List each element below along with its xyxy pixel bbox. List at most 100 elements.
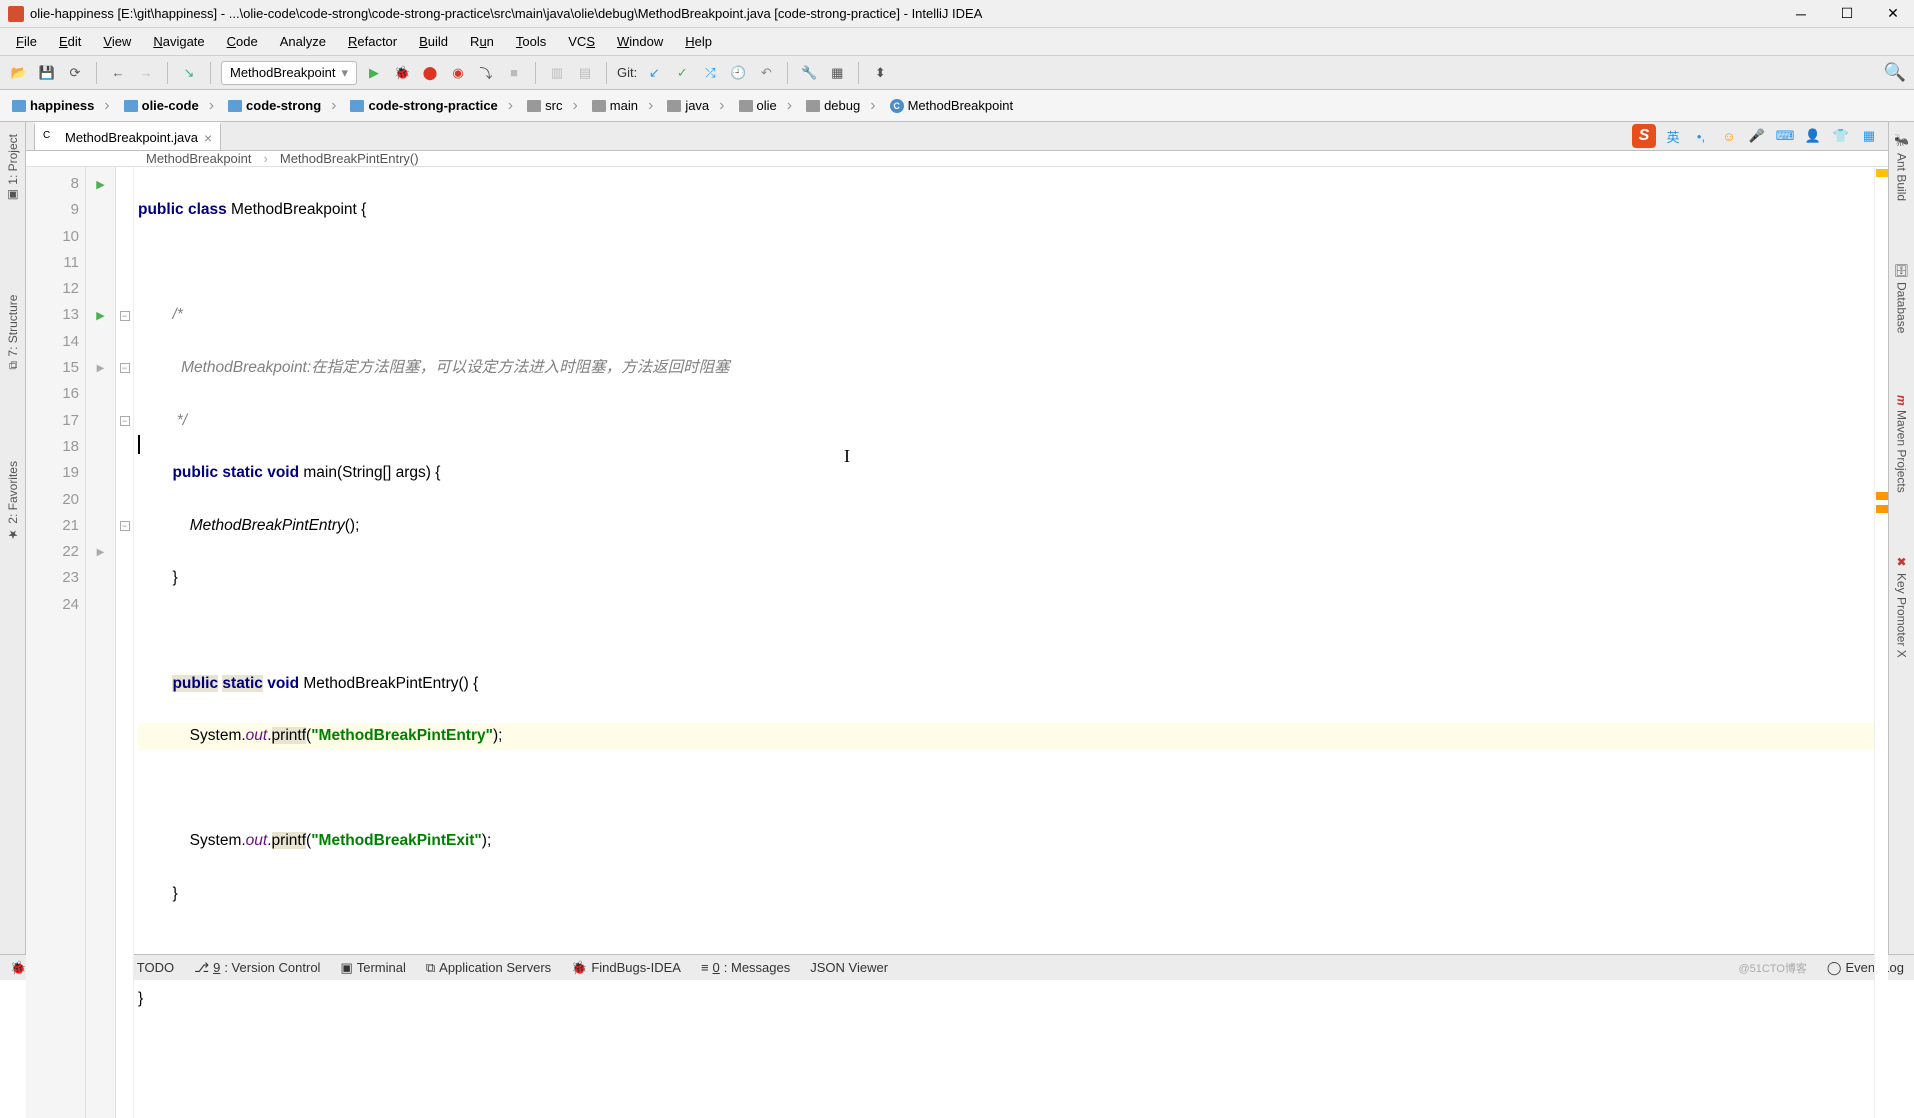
ime-toolbox-icon[interactable]: ▦ <box>1858 125 1880 147</box>
menu-analyze[interactable]: Analyze <box>270 32 336 51</box>
menu-window[interactable]: Window <box>607 32 673 51</box>
build-icon[interactable]: ↘ <box>178 62 200 84</box>
menu-edit[interactable]: Edit <box>49 32 91 51</box>
run-config-selector[interactable]: MethodBreakpoint ▾ <box>221 61 357 85</box>
menu-vcs[interactable]: VCS <box>558 32 605 51</box>
line-number-gutter[interactable]: 89101112131415161718192021222324 <box>26 167 86 1118</box>
coverage-icon[interactable]: ⬤ <box>419 62 441 84</box>
chevron-right-icon: › <box>264 151 268 166</box>
nav-item-main[interactable]: main <box>586 93 662 119</box>
layout2-icon[interactable]: ▤ <box>574 62 596 84</box>
breadcrumb-method[interactable]: MethodBreakPintEntry() <box>280 151 419 166</box>
back-icon[interactable]: ← <box>107 62 129 84</box>
icon-gutter[interactable]: ▶ ▶ ▶ ▶ <box>86 167 116 1118</box>
menu-navigate[interactable]: Navigate <box>143 32 214 51</box>
git-compare-icon[interactable]: ⤮ <box>699 62 721 84</box>
sogou-icon[interactable]: S <box>1632 124 1656 148</box>
ime-keyboard-icon[interactable]: ⌨ <box>1774 125 1796 147</box>
git-label: Git: <box>617 65 637 80</box>
ime-user-icon[interactable]: 👤 <box>1802 125 1824 147</box>
fold-gutter[interactable]: − − − − <box>116 167 134 1118</box>
nav-item-java[interactable]: java <box>661 93 732 119</box>
ime-lang-icon[interactable]: 英 <box>1662 125 1684 147</box>
right-tool-stripe: 🐜 Ant Build 🗄 Database m Maven Projects … <box>1888 122 1914 954</box>
highlight-mark[interactable] <box>1876 505 1888 513</box>
collapse-arrow-icon[interactable]: ▶ <box>97 547 105 558</box>
debug-icon[interactable]: 🐞 <box>391 62 413 84</box>
code-area: 89101112131415161718192021222324 ▶ ▶ ▶ ▶… <box>26 167 1888 1118</box>
fold-toggle-icon[interactable]: − <box>120 311 130 321</box>
sync-icon[interactable]: ⬍ <box>869 62 891 84</box>
git-update-icon[interactable]: ↙ <box>643 62 665 84</box>
tab-structure[interactable]: ⧉ 7: Structure <box>4 289 22 376</box>
menu-file[interactable]: File <box>6 32 47 51</box>
collapse-arrow-icon[interactable]: ▶ <box>97 363 105 374</box>
save-icon[interactable]: 💾 <box>36 62 58 84</box>
code-editor[interactable]: public class MethodBreakpoint { /* Metho… <box>134 167 1874 1118</box>
run-gutter-icon[interactable]: ▶ <box>96 309 104 322</box>
ime-voice-icon[interactable]: 🎤 <box>1746 125 1768 147</box>
menu-refactor[interactable]: Refactor <box>338 32 407 51</box>
menu-tools[interactable]: Tools <box>506 32 556 51</box>
git-revert-icon[interactable]: ↶ <box>755 62 777 84</box>
menu-code[interactable]: Code <box>217 32 268 51</box>
app-icon <box>8 6 24 22</box>
folder-icon <box>12 100 26 112</box>
close-button[interactable]: ✕ <box>1880 4 1906 24</box>
layout-icon[interactable]: ▥ <box>546 62 568 84</box>
git-commit-icon[interactable]: ✓ <box>671 62 693 84</box>
folder-icon <box>806 100 820 112</box>
menu-view[interactable]: View <box>93 32 141 51</box>
highlight-mark[interactable] <box>1876 492 1888 500</box>
editor-tabs: C MethodBreakpoint.java × S 英 •, ☺ 🎤 ⌨ 👤… <box>26 122 1888 151</box>
search-everywhere-icon[interactable]: 🔍 <box>1884 62 1906 84</box>
breadcrumb-class[interactable]: MethodBreakpoint <box>146 151 252 166</box>
project-structure-icon[interactable]: ▦ <box>826 62 848 84</box>
git-history-icon[interactable]: 🕘 <box>727 62 749 84</box>
tab-key-promoter[interactable]: ✖ Key Promoter X <box>1893 549 1911 664</box>
fold-toggle-icon[interactable]: − <box>120 363 130 373</box>
nav-item-practice[interactable]: code-strong-practice <box>344 93 521 119</box>
window-controls: ─ ☐ ✕ <box>1788 4 1906 24</box>
tab-favorites[interactable]: ★ 2: Favorites <box>4 455 22 548</box>
attach-icon[interactable]: ⤵ <box>475 62 497 84</box>
warning-mark[interactable] <box>1876 169 1888 177</box>
fold-toggle-icon[interactable]: − <box>120 416 130 426</box>
nav-item-olie-code[interactable]: olie-code <box>118 93 222 119</box>
file-tab-active[interactable]: C MethodBreakpoint.java × <box>34 122 221 150</box>
main-area: ▣ 1: Project ⧉ 7: Structure ★ 2: Favorit… <box>0 122 1914 954</box>
open-icon[interactable]: 📂 <box>8 62 30 84</box>
separator <box>535 62 536 84</box>
error-stripe[interactable] <box>1874 167 1888 1118</box>
ime-punct-icon[interactable]: •, <box>1690 125 1712 147</box>
nav-item-code-strong[interactable]: code-strong <box>222 93 344 119</box>
refresh-icon[interactable]: ⟳ <box>64 62 86 84</box>
folder-icon <box>124 100 138 112</box>
tab-project[interactable]: ▣ 1: Project <box>4 128 22 209</box>
run-gutter-icon[interactable]: ▶ <box>96 178 104 191</box>
menu-run[interactable]: Run <box>460 32 504 51</box>
profile-icon[interactable]: ◉ <box>447 62 469 84</box>
tab-maven[interactable]: m Maven Projects <box>1893 389 1911 498</box>
stop-icon[interactable]: ■ <box>503 62 525 84</box>
nav-item-olie[interactable]: olie <box>733 93 801 119</box>
maximize-button[interactable]: ☐ <box>1834 4 1860 24</box>
fold-toggle-icon[interactable]: − <box>120 521 130 531</box>
run-config-label: MethodBreakpoint <box>230 65 336 80</box>
tab-ant-build[interactable]: 🐜 Ant Build <box>1893 128 1911 207</box>
title-bar: olie-happiness [E:\git\happiness] - ...\… <box>0 0 1914 28</box>
ime-skin-icon[interactable]: 👕 <box>1830 125 1852 147</box>
minimize-button[interactable]: ─ <box>1788 4 1814 24</box>
ime-emoji-icon[interactable]: ☺ <box>1718 125 1740 147</box>
run-icon[interactable]: ▶ <box>363 62 385 84</box>
settings-icon[interactable]: 🔧 <box>798 62 820 84</box>
nav-item-happiness[interactable]: happiness <box>6 93 118 119</box>
menu-help[interactable]: Help <box>675 32 722 51</box>
nav-item-src[interactable]: src <box>521 93 586 119</box>
tab-database[interactable]: 🗄 Database <box>1893 257 1911 340</box>
close-tab-icon[interactable]: × <box>204 130 212 146</box>
forward-icon[interactable]: → <box>135 62 157 84</box>
nav-item-class[interactable]: CMethodBreakpoint <box>884 93 1032 119</box>
menu-build[interactable]: Build <box>409 32 458 51</box>
nav-item-debug[interactable]: debug <box>800 93 883 119</box>
